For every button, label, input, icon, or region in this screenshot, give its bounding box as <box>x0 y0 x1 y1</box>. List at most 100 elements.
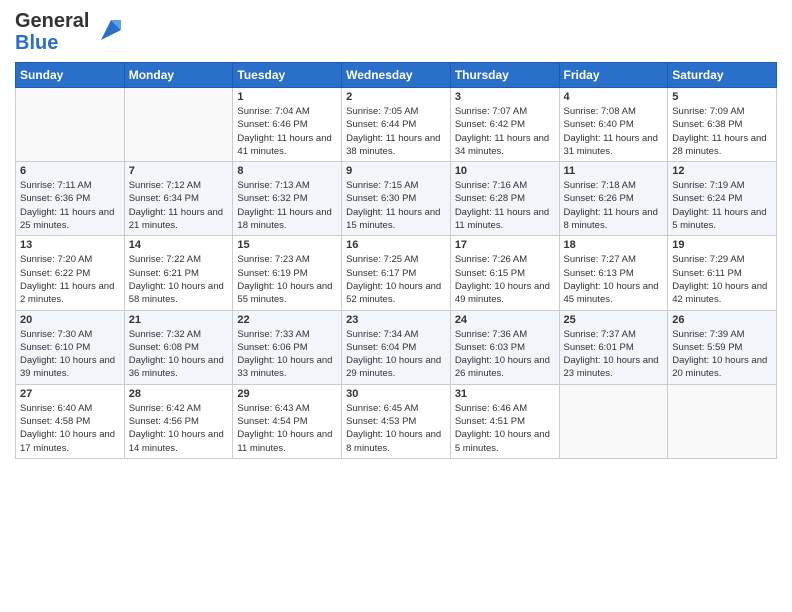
logo-icon <box>93 12 125 44</box>
day-number: 7 <box>129 165 229 177</box>
calendar-cell <box>559 384 668 458</box>
calendar-header-row: SundayMondayTuesdayWednesdayThursdayFrid… <box>16 63 777 88</box>
day-number: 28 <box>129 388 229 400</box>
weekday-header: Monday <box>124 63 233 88</box>
calendar-cell: 24 Sunrise: 7:36 AM Sunset: 6:03 PM Dayli… <box>450 310 559 384</box>
calendar-cell: 28 Sunrise: 6:42 AM Sunset: 4:56 PM Dayli… <box>124 384 233 458</box>
calendar-cell: 25 Sunrise: 7:37 AM Sunset: 6:01 PM Dayli… <box>559 310 668 384</box>
calendar-cell: 6 Sunrise: 7:11 AM Sunset: 6:36 PM Daylig… <box>16 162 125 236</box>
day-info: Sunrise: 7:05 AM Sunset: 6:44 PM Dayligh… <box>346 105 446 158</box>
calendar-cell: 3 Sunrise: 7:07 AM Sunset: 6:42 PM Daylig… <box>450 88 559 162</box>
day-number: 24 <box>455 314 555 326</box>
day-number: 25 <box>564 314 664 326</box>
day-number: 12 <box>672 165 772 177</box>
calendar-cell: 5 Sunrise: 7:09 AM Sunset: 6:38 PM Daylig… <box>668 88 777 162</box>
header: General Blue <box>15 10 777 54</box>
day-info: Sunrise: 7:32 AM Sunset: 6:08 PM Dayligh… <box>129 328 229 381</box>
day-info: Sunrise: 7:16 AM Sunset: 6:28 PM Dayligh… <box>455 179 555 232</box>
day-info: Sunrise: 7:29 AM Sunset: 6:11 PM Dayligh… <box>672 253 772 306</box>
day-number: 26 <box>672 314 772 326</box>
day-info: Sunrise: 7:33 AM Sunset: 6:06 PM Dayligh… <box>237 328 337 381</box>
day-info: Sunrise: 7:25 AM Sunset: 6:17 PM Dayligh… <box>346 253 446 306</box>
day-info: Sunrise: 6:45 AM Sunset: 4:53 PM Dayligh… <box>346 402 446 455</box>
day-number: 23 <box>346 314 446 326</box>
calendar-cell: 27Sunrise: 6:40 AM Sunset: 4:58 PM Dayli… <box>16 384 125 458</box>
day-info: Sunrise: 7:11 AM Sunset: 6:36 PM Dayligh… <box>20 179 120 232</box>
calendar-cell: 4 Sunrise: 7:08 AM Sunset: 6:40 PM Daylig… <box>559 88 668 162</box>
calendar-cell <box>16 88 125 162</box>
calendar-cell: 2 Sunrise: 7:05 AM Sunset: 6:44 PM Daylig… <box>342 88 451 162</box>
weekday-header: Sunday <box>16 63 125 88</box>
day-number: 17 <box>455 239 555 251</box>
day-info: Sunrise: 7:39 AM Sunset: 5:59 PM Dayligh… <box>672 328 772 381</box>
calendar-table: SundayMondayTuesdayWednesdayThursdayFrid… <box>15 62 777 459</box>
calendar-cell: 13 Sunrise: 7:20 AM Sunset: 6:22 PM Dayli… <box>16 236 125 310</box>
calendar-cell: 10Sunrise: 7:16 AM Sunset: 6:28 PM Dayli… <box>450 162 559 236</box>
day-number: 9 <box>346 165 446 177</box>
calendar-cell: 12 Sunrise: 7:19 AM Sunset: 6:24 PM Dayli… <box>668 162 777 236</box>
day-info: Sunrise: 7:08 AM Sunset: 6:40 PM Dayligh… <box>564 105 664 158</box>
day-number: 20 <box>20 314 120 326</box>
day-number: 3 <box>455 91 555 103</box>
calendar-cell: 9 Sunrise: 7:15 AM Sunset: 6:30 PM Daylig… <box>342 162 451 236</box>
day-info: Sunrise: 7:19 AM Sunset: 6:24 PM Dayligh… <box>672 179 772 232</box>
day-number: 21 <box>129 314 229 326</box>
calendar-week-row: 13 Sunrise: 7:20 AM Sunset: 6:22 PM Dayli… <box>16 236 777 310</box>
calendar-cell: 14 Sunrise: 7:22 AM Sunset: 6:21 PM Dayli… <box>124 236 233 310</box>
day-info: Sunrise: 7:04 AM Sunset: 6:46 PM Dayligh… <box>237 105 337 158</box>
day-info: Sunrise: 7:22 AM Sunset: 6:21 PM Dayligh… <box>129 253 229 306</box>
day-number: 11 <box>564 165 664 177</box>
day-number: 5 <box>672 91 772 103</box>
calendar-cell: 15Sunrise: 7:23 AM Sunset: 6:19 PM Dayli… <box>233 236 342 310</box>
day-number: 13 <box>20 239 120 251</box>
calendar-cell <box>668 384 777 458</box>
day-number: 8 <box>237 165 337 177</box>
day-number: 31 <box>455 388 555 400</box>
day-number: 2 <box>346 91 446 103</box>
day-number: 14 <box>129 239 229 251</box>
calendar-cell: 26 Sunrise: 7:39 AM Sunset: 5:59 PM Dayli… <box>668 310 777 384</box>
calendar-cell: 20 Sunrise: 7:30 AM Sunset: 6:10 PM Dayli… <box>16 310 125 384</box>
day-info: Sunrise: 7:26 AM Sunset: 6:15 PM Dayligh… <box>455 253 555 306</box>
day-number: 22 <box>237 314 337 326</box>
calendar-cell: 8Sunrise: 7:13 AM Sunset: 6:32 PM Daylig… <box>233 162 342 236</box>
day-info: Sunrise: 7:18 AM Sunset: 6:26 PM Dayligh… <box>564 179 664 232</box>
logo-text: General Blue <box>15 10 89 54</box>
weekday-header: Friday <box>559 63 668 88</box>
logo: General Blue <box>15 10 125 54</box>
calendar-cell: 22 Sunrise: 7:33 AM Sunset: 6:06 PM Dayli… <box>233 310 342 384</box>
day-number: 4 <box>564 91 664 103</box>
day-info: Sunrise: 7:07 AM Sunset: 6:42 PM Dayligh… <box>455 105 555 158</box>
day-info: Sunrise: 7:15 AM Sunset: 6:30 PM Dayligh… <box>346 179 446 232</box>
calendar-cell: 29Sunrise: 6:43 AM Sunset: 4:54 PM Dayli… <box>233 384 342 458</box>
weekday-header: Wednesday <box>342 63 451 88</box>
logo-blue: Blue <box>15 32 58 54</box>
weekday-header: Tuesday <box>233 63 342 88</box>
day-number: 15 <box>237 239 337 251</box>
calendar-cell: 16Sunrise: 7:25 AM Sunset: 6:17 PM Dayli… <box>342 236 451 310</box>
calendar-cell: 21 Sunrise: 7:32 AM Sunset: 6:08 PM Dayli… <box>124 310 233 384</box>
day-number: 19 <box>672 239 772 251</box>
page: General Blue SundayMondayTuesdayWednesda… <box>0 0 792 612</box>
logo-general: General <box>15 10 89 32</box>
calendar-cell: 23Sunrise: 7:34 AM Sunset: 6:04 PM Dayli… <box>342 310 451 384</box>
day-info: Sunrise: 6:42 AM Sunset: 4:56 PM Dayligh… <box>129 402 229 455</box>
day-info: Sunrise: 7:27 AM Sunset: 6:13 PM Dayligh… <box>564 253 664 306</box>
calendar-week-row: 6 Sunrise: 7:11 AM Sunset: 6:36 PM Daylig… <box>16 162 777 236</box>
calendar-cell: 17 Sunrise: 7:26 AM Sunset: 6:15 PM Dayli… <box>450 236 559 310</box>
day-info: Sunrise: 7:12 AM Sunset: 6:34 PM Dayligh… <box>129 179 229 232</box>
calendar-cell <box>124 88 233 162</box>
calendar-cell: 11 Sunrise: 7:18 AM Sunset: 6:26 PM Dayli… <box>559 162 668 236</box>
calendar-week-row: 1 Sunrise: 7:04 AM Sunset: 6:46 PM Daylig… <box>16 88 777 162</box>
day-info: Sunrise: 7:30 AM Sunset: 6:10 PM Dayligh… <box>20 328 120 381</box>
day-info: Sunrise: 7:20 AM Sunset: 6:22 PM Dayligh… <box>20 253 120 306</box>
day-info: Sunrise: 7:36 AM Sunset: 6:03 PM Dayligh… <box>455 328 555 381</box>
day-number: 29 <box>237 388 337 400</box>
day-number: 1 <box>237 91 337 103</box>
calendar-week-row: 27Sunrise: 6:40 AM Sunset: 4:58 PM Dayli… <box>16 384 777 458</box>
day-info: Sunrise: 7:09 AM Sunset: 6:38 PM Dayligh… <box>672 105 772 158</box>
day-info: Sunrise: 7:37 AM Sunset: 6:01 PM Dayligh… <box>564 328 664 381</box>
day-info: Sunrise: 6:40 AM Sunset: 4:58 PM Dayligh… <box>20 402 120 455</box>
day-number: 6 <box>20 165 120 177</box>
logo-area: General Blue <box>15 10 125 54</box>
